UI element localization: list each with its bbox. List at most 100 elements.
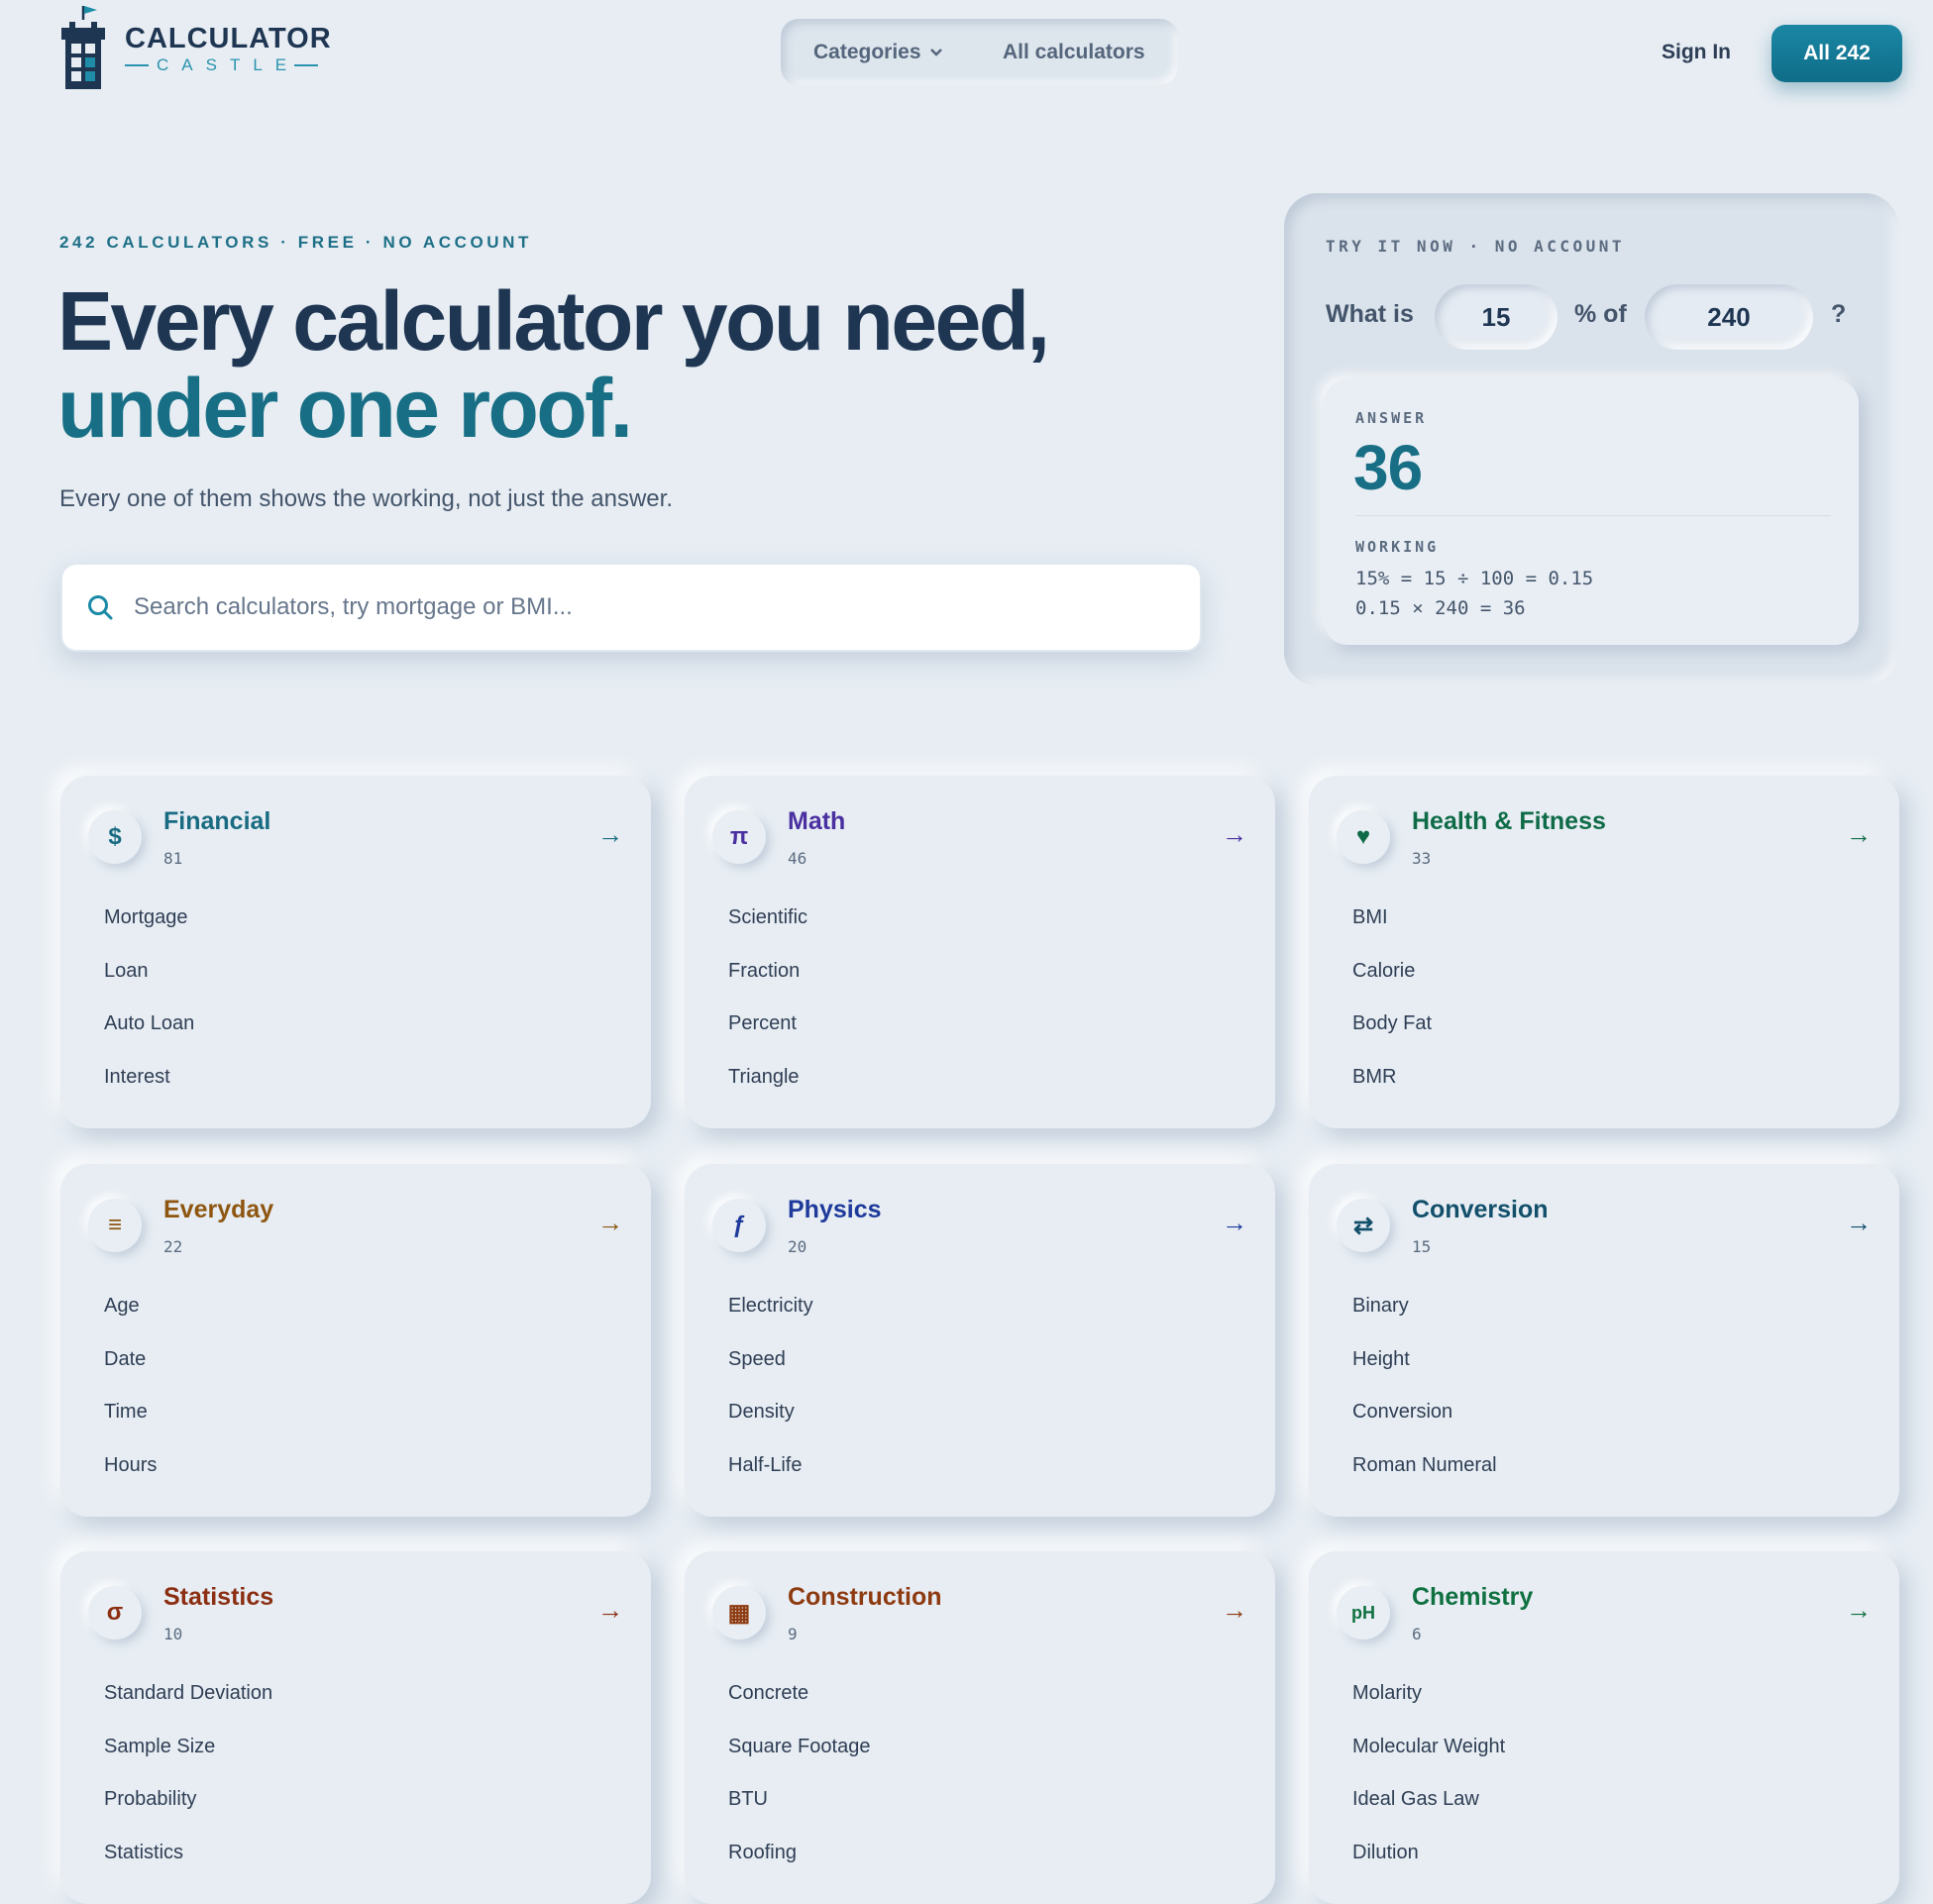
calculator-link[interactable]: Date — [104, 1348, 157, 1402]
calculator-link[interactable]: Sample Size — [104, 1736, 272, 1789]
arrow-right-icon[interactable]: → — [1846, 819, 1872, 850]
calculator-link[interactable]: Molecular Weight — [1352, 1736, 1505, 1789]
arrow-right-icon[interactable]: → — [597, 1595, 623, 1626]
category-title[interactable]: Health & Fitness — [1412, 807, 1606, 836]
arrow-right-icon[interactable]: → — [597, 1208, 623, 1238]
calculator-link[interactable]: Electricity — [728, 1295, 813, 1348]
calculator-link[interactable]: Auto Loan — [104, 1012, 194, 1066]
category-title[interactable]: Everyday — [163, 1196, 273, 1224]
calculator-links: Age Date Time Hours — [104, 1295, 157, 1507]
calculator-link[interactable]: Age — [104, 1295, 157, 1348]
hero-lead: Every one of them shows the working, not… — [59, 485, 673, 512]
calculator-link[interactable]: Square Footage — [728, 1736, 870, 1789]
sigma-icon: σ — [88, 1586, 142, 1640]
category-title[interactable]: Chemistry — [1412, 1583, 1533, 1612]
category-card[interactable]: ƒ Physics 20 → Electricity Speed Density Half-L… — [685, 1164, 1275, 1517]
calculator-link[interactable]: Ideal Gas Law — [1352, 1788, 1505, 1842]
calculator-link[interactable]: Mortgage — [104, 906, 194, 960]
calculator-links: Scientific Fraction Percent Triangle — [728, 906, 807, 1118]
category-card[interactable]: ♥ Health & Fitness 33 → BMI Calorie Body Fat BM… — [1309, 776, 1899, 1128]
calculator-links: Molarity Molecular Weight Ideal Gas Law Dil… — [1352, 1682, 1505, 1894]
category-count: 81 — [163, 849, 183, 868]
calculator-link[interactable]: Body Fat — [1352, 1012, 1432, 1066]
arrow-right-icon[interactable]: → — [1846, 1595, 1872, 1626]
percent-input[interactable]: 15 — [1435, 284, 1557, 350]
dollar-icon: $ — [88, 810, 142, 864]
working-line: 15% = 15 ÷ 100 = 0.15 — [1355, 568, 1594, 589]
category-count: 10 — [163, 1625, 183, 1643]
category-title[interactable]: Physics — [788, 1196, 882, 1224]
calculator-link[interactable]: Loan — [104, 960, 194, 1013]
calculator-links: Electricity Speed Density Half-Life — [728, 1295, 813, 1507]
brick-icon: ▦ — [712, 1586, 766, 1640]
calculator-link[interactable]: Statistics — [104, 1842, 272, 1895]
calculator-link[interactable]: Hours — [104, 1454, 157, 1508]
working-line: 0.15 × 240 = 36 — [1355, 597, 1526, 619]
category-card[interactable]: σ Statistics 10 → Standard Deviation Sample S… — [60, 1551, 651, 1904]
category-card[interactable]: pH Chemistry 6 → Molarity Molecular Weight Ide… — [1309, 1551, 1899, 1904]
category-card[interactable]: ▦ Construction 9 → Concrete Square Footage BTU… — [685, 1551, 1275, 1904]
category-title[interactable]: Conversion — [1412, 1196, 1549, 1224]
question-end: ? — [1831, 300, 1847, 328]
calculator-link[interactable]: Speed — [728, 1348, 813, 1402]
calculator-link[interactable]: Percent — [728, 1012, 807, 1066]
calculator-link[interactable]: Triangle — [728, 1066, 807, 1119]
list-icon: ≡ — [88, 1199, 142, 1252]
try-it-eyebrow: TRY IT NOW · NO ACCOUNT — [1326, 237, 1626, 256]
question-prefix: What is — [1326, 300, 1414, 328]
calculator-link[interactable]: Calorie — [1352, 960, 1432, 1013]
category-card[interactable]: ⇄ Conversion 15 → Binary Height Conversion Roma… — [1309, 1164, 1899, 1517]
calculator-link[interactable]: Conversion — [1352, 1401, 1497, 1454]
category-title[interactable]: Statistics — [163, 1583, 273, 1612]
search-icon — [86, 593, 114, 621]
arrow-right-icon[interactable]: → — [1222, 819, 1247, 850]
calculator-link[interactable]: Interest — [104, 1066, 194, 1119]
function-icon: ƒ — [712, 1199, 766, 1252]
category-count: 9 — [788, 1625, 798, 1643]
category-title[interactable]: Construction — [788, 1583, 942, 1612]
arrow-right-icon[interactable]: → — [1222, 1595, 1247, 1626]
arrow-right-icon[interactable]: → — [597, 819, 623, 850]
arrow-right-icon[interactable]: → — [1846, 1208, 1872, 1238]
calculator-link[interactable]: Height — [1352, 1348, 1497, 1402]
calculator-link[interactable]: Half-Life — [728, 1454, 813, 1508]
category-card[interactable]: π Math 46 → Scientific Fraction Percent Triangl… — [685, 776, 1275, 1128]
calculator-link[interactable]: Fraction — [728, 960, 807, 1013]
calculator-link[interactable]: Standard Deviation — [104, 1682, 272, 1736]
sign-in-link[interactable]: Sign In — [1662, 41, 1731, 64]
calculator-link[interactable]: Time — [104, 1401, 157, 1454]
calculator-link[interactable]: Scientific — [728, 906, 807, 960]
calculator-link[interactable]: Density — [728, 1401, 813, 1454]
calculator-link[interactable]: BMI — [1352, 906, 1432, 960]
category-card[interactable]: ≡ Everyday 22 → Age Date Time Hours — [60, 1164, 651, 1517]
category-title[interactable]: Math — [788, 807, 845, 836]
calculator-link[interactable]: Binary — [1352, 1295, 1497, 1348]
hero-eyebrow: 242 CALCULATORS · FREE · NO ACCOUNT — [59, 233, 533, 252]
category-count: 46 — [788, 849, 807, 868]
calculator-link[interactable]: Dilution — [1352, 1842, 1505, 1895]
base-value-input[interactable]: 240 — [1645, 284, 1813, 350]
calculator-link[interactable]: Probability — [104, 1788, 272, 1842]
category-title[interactable]: Financial — [163, 807, 270, 836]
logo[interactable]: CALCULATOR CASTLE — [57, 4, 332, 93]
all-calculators-button[interactable]: All 242 — [1772, 25, 1902, 82]
calculator-link[interactable]: BTU — [728, 1788, 870, 1842]
calculator-link[interactable]: Roman Numeral — [1352, 1454, 1497, 1508]
calculator-links: BMI Calorie Body Fat BMR — [1352, 906, 1432, 1118]
search-input[interactable] — [132, 592, 1127, 622]
category-count: 6 — [1412, 1625, 1422, 1643]
calculator-link[interactable]: Roofing — [728, 1842, 870, 1895]
calculator-links: Binary Height Conversion Roman Numeral — [1352, 1295, 1497, 1507]
calculator-link[interactable]: BMR — [1352, 1066, 1432, 1119]
hero-title-line1: Every calculator you need, — [57, 274, 1050, 368]
calculator-link[interactable]: Molarity — [1352, 1682, 1505, 1736]
calculator-link[interactable]: Concrete — [728, 1682, 870, 1736]
arrow-right-icon[interactable]: → — [1222, 1208, 1247, 1238]
categories-dropdown[interactable]: Categories — [813, 41, 943, 64]
calculator-links: Mortgage Loan Auto Loan Interest — [104, 906, 194, 1118]
swap-icon: ⇄ — [1337, 1199, 1390, 1252]
category-card[interactable]: $ Financial 81 → Mortgage Loan Auto Loan Intere… — [60, 776, 651, 1128]
all-calculators-link[interactable]: All calculators — [1003, 41, 1145, 64]
divider — [1355, 515, 1831, 516]
calculator-links: Concrete Square Footage BTU Roofing — [728, 1682, 870, 1894]
